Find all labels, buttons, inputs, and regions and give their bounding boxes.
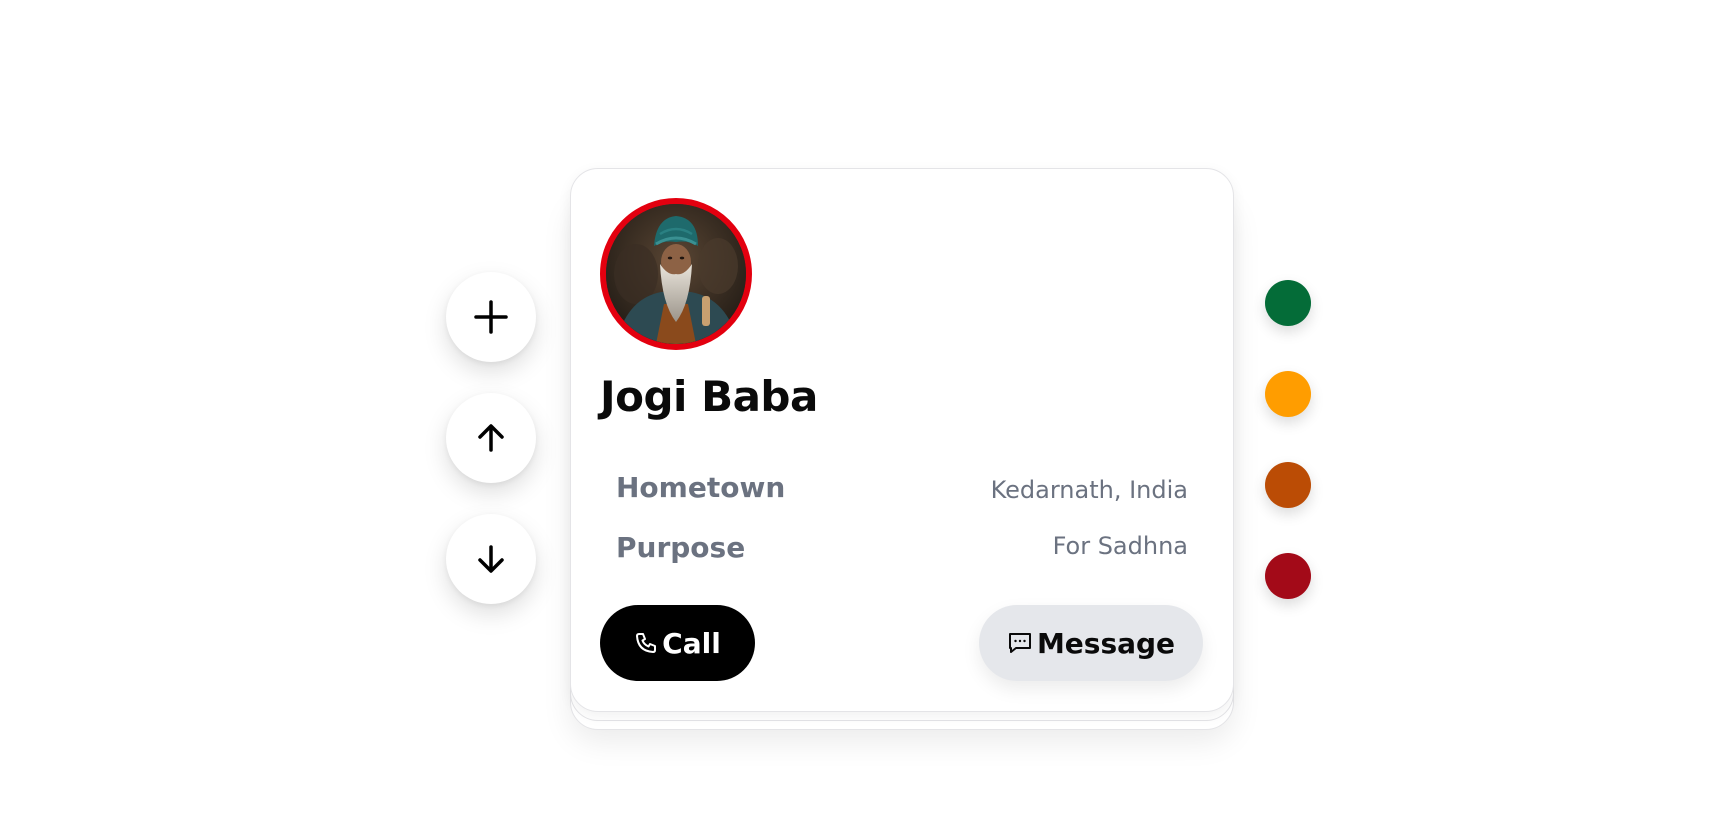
- arrow-down-icon: [478, 545, 504, 573]
- avatar-photo: [606, 204, 746, 344]
- call-button[interactable]: Call: [600, 605, 755, 681]
- stage: Jogi Baba Hometown Kedarnath, India Purp…: [0, 0, 1709, 839]
- arrow-up-icon: [478, 424, 504, 452]
- hometown-label: Hometown: [616, 471, 786, 504]
- swatch-green[interactable]: [1265, 280, 1311, 326]
- move-up-button[interactable]: [446, 393, 536, 483]
- swatch-crimson[interactable]: [1265, 553, 1311, 599]
- purpose-value: For Sadhna: [1052, 532, 1188, 560]
- profile-name: Jogi Baba: [600, 372, 818, 421]
- profile-card: Jogi Baba Hometown Kedarnath, India Purp…: [570, 168, 1234, 712]
- plus-icon: [474, 300, 508, 334]
- phone-icon: [634, 631, 658, 655]
- add-card-button[interactable]: [446, 272, 536, 362]
- avatar: [600, 198, 752, 350]
- hometown-value: Kedarnath, India: [990, 476, 1188, 504]
- message-button-label: Message: [1036, 626, 1176, 660]
- swatch-saffron[interactable]: [1265, 371, 1311, 417]
- swatch-burnt-orange[interactable]: [1265, 462, 1311, 508]
- message-icon: [1007, 630, 1033, 656]
- purpose-label: Purpose: [616, 531, 746, 564]
- message-button[interactable]: Message: [979, 605, 1203, 681]
- call-button-label: Call: [662, 626, 721, 660]
- move-down-button[interactable]: [446, 514, 536, 604]
